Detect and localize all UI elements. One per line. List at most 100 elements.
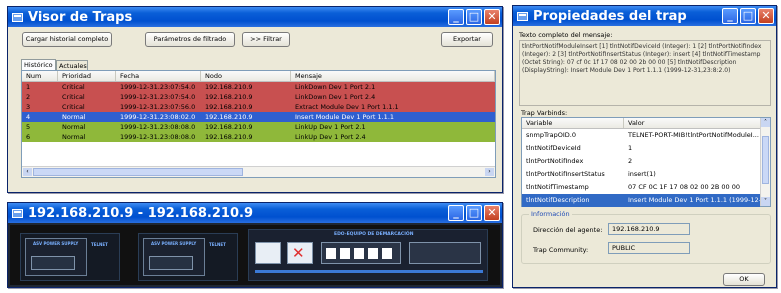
cell-node: 192.168.210.9 [205, 103, 253, 111]
scroll-down-icon[interactable]: ˅ [761, 197, 770, 206]
traps-table-header: Num Prioridad Fecha Nodo Mensaje [22, 71, 495, 82]
power-supply-1[interactable]: ASV POWER SUPPLY TELNET [20, 233, 120, 281]
cell-priority: Normal [62, 133, 86, 141]
cell-message: LinkUp Dev 1 Port 2.4 [295, 133, 366, 141]
cell-variable: tlntNotifDeviceId [526, 144, 581, 152]
cell-date: 1999-12-31.23:08:08.0 [120, 133, 196, 141]
cell-num: 1 [26, 83, 31, 91]
table-row[interactable]: 5 Normal 1999-12-31.23:08:08.0 192.168.210.… [22, 122, 495, 132]
cell-node: 192.168.210.9 [205, 93, 253, 101]
traps-window-title: Visor de Traps [28, 9, 133, 25]
port-module-3[interactable] [321, 242, 401, 264]
cell-variable: tlntPortNotifInsertStatus [526, 170, 605, 178]
close-icon[interactable]: ✕ [758, 8, 774, 24]
scroll-right-icon[interactable]: › [485, 168, 494, 176]
cell-node: 192.168.210.9 [205, 133, 253, 141]
col-date[interactable]: Fecha [116, 71, 201, 81]
traps-titlebar[interactable]: Visor de Traps _ □ ✕ [8, 7, 502, 27]
rj45-port [382, 248, 392, 259]
cell-priority: Critical [62, 93, 85, 101]
close-icon[interactable]: ✕ [484, 205, 500, 221]
cell-message: Insert Module Dev 1 Port 1.1.1 [295, 113, 395, 121]
table-row[interactable]: 3 Critical 1999-12-31.23:07:56.0 192.168.21… [22, 102, 495, 112]
agent-address-field[interactable]: 192.168.210.9 [608, 223, 690, 235]
message-text: tlntPortNotifModuleInsert [1] tlntNotifD… [522, 43, 762, 74]
psu-connector [149, 256, 193, 270]
rj45-port [326, 248, 336, 259]
table-row[interactable]: 6 Normal 1999-12-31.23:08:08.0 192.168.210.… [22, 132, 495, 142]
props-titlebar[interactable]: Propiedades del trap _ □ ✕ [513, 6, 776, 26]
cell-date: 1999-12-31.23:07:54.0 [120, 83, 196, 91]
maximize-icon[interactable]: □ [466, 205, 482, 221]
rj45-port [340, 248, 350, 259]
cell-date: 1999-12-31.23:07:54.0 [120, 93, 196, 101]
cell-variable: snmpTrapOID.0 [526, 131, 577, 139]
scroll-thumb[interactable] [762, 136, 769, 184]
psu-label: ASV POWER SUPPLY [151, 241, 197, 246]
varbind-row[interactable]: tlntNotifDeviceId 1 [522, 142, 760, 155]
scroll-thumb[interactable] [33, 168, 243, 176]
window-app-icon [12, 208, 23, 218]
agent-address-label: Dirección del agente: [533, 226, 603, 234]
varbind-row[interactable]: tlntNotifTimestamp 07 CF 0C 1F 17 08 02 0… [522, 181, 760, 194]
maximize-icon[interactable]: □ [740, 8, 756, 24]
table-row[interactable]: 4 Normal 1999-12-31.23:08:02.0 192.168.210.… [22, 112, 495, 122]
rj45-port [354, 248, 364, 259]
device-titlebar[interactable]: 192.168.210.9 - 192.168.210.9 _ □ ✕ [8, 203, 502, 223]
info-groupbox [521, 214, 771, 264]
filter-params-button[interactable]: Parámetros de filtrado [145, 32, 235, 47]
brand-logo: TELNET [209, 242, 226, 247]
cell-priority: Critical [62, 83, 85, 91]
maximize-icon[interactable]: □ [466, 9, 482, 25]
cell-node: 192.168.210.9 [205, 83, 253, 91]
device-window: 192.168.210.9 - 192.168.210.9 _ □ ✕ ASV … [7, 202, 503, 288]
col-message[interactable]: Mensaje [291, 71, 495, 81]
console-module[interactable] [409, 242, 481, 264]
col-priority[interactable]: Prioridad [58, 71, 116, 81]
trap-community-field[interactable]: PUBLIC [608, 242, 690, 254]
table-row[interactable]: 1 Critical 1999-12-31.23:07:54.0 192.168.21… [22, 82, 495, 92]
filter-button[interactable]: >> Filtrar [242, 32, 290, 47]
varbind-row[interactable]: tlntPortNotifIndex 2 [522, 155, 760, 168]
cell-num: 4 [26, 113, 31, 121]
col-node[interactable]: Nodo [201, 71, 291, 81]
col-variable[interactable]: Variable [522, 118, 624, 128]
export-button[interactable]: Exportar [441, 32, 493, 47]
ok-button[interactable]: OK [723, 273, 765, 286]
minimize-icon[interactable]: _ [448, 9, 464, 25]
horizontal-scrollbar[interactable]: ‹ › [22, 166, 495, 177]
cell-date: 1999-12-31.23:08:02.0 [120, 113, 196, 121]
cell-value: 1 [628, 144, 633, 152]
message-textbox[interactable]: tlntPortNotifModuleInsert [1] tlntNotifD… [519, 40, 771, 106]
close-icon[interactable]: ✕ [484, 9, 500, 25]
vertical-scrollbar[interactable]: ˄ ˅ [760, 118, 770, 206]
varbinds-label: Trap Varbinds: [521, 109, 568, 117]
varbind-row[interactable]: snmpTrapOID.0 TELNET-PORT-MIB!tlntPortNot… [522, 129, 760, 142]
demarcation-panel[interactable]: EDO-EQUIPO DE DEMARCACIÓN ✕ [248, 229, 488, 281]
window-app-icon [12, 12, 23, 22]
status-bar [255, 270, 483, 273]
col-num[interactable]: Num [22, 71, 58, 81]
cell-num: 3 [26, 103, 31, 111]
scroll-left-icon[interactable]: ‹ [23, 168, 32, 176]
window-app-icon [517, 11, 528, 21]
table-row[interactable]: 2 Critical 1999-12-31.23:07:54.0 192.168.21… [22, 92, 495, 102]
device-canvas: ASV POWER SUPPLY TELNET ASV POWER SUPPLY… [10, 225, 500, 285]
info-group-title: Información [529, 210, 572, 218]
traps-window: Visor de Traps _ □ ✕ Cargar historial co… [7, 6, 503, 193]
cell-value: Insert Module Dev 1 Port 1.1.1 (1999-12-… [628, 196, 760, 204]
tab-historico[interactable]: Histórico [21, 59, 56, 70]
varbind-row[interactable]: tlntNotifDescription Insert Module Dev 1 … [522, 194, 760, 207]
cell-value: TELNET-PORT-MIB!tlntPortNotifModuleI... [628, 131, 759, 139]
minimize-icon[interactable]: _ [722, 8, 738, 24]
scroll-up-icon[interactable]: ˄ [761, 118, 770, 127]
load-history-button[interactable]: Cargar historial completo [22, 32, 112, 47]
cell-message: Extract Module Dev 1 Port 1.1.1 [295, 103, 399, 111]
col-value[interactable]: Valor [624, 118, 770, 128]
minimize-icon[interactable]: _ [448, 205, 464, 221]
port-module-1[interactable] [255, 242, 281, 264]
varbind-row[interactable]: tlntPortNotifInsertStatus insert(1) [522, 168, 760, 181]
power-supply-2[interactable]: ASV POWER SUPPLY TELNET [138, 233, 238, 281]
brand-logo: TELNET [91, 242, 108, 247]
port-module-2[interactable]: ✕ [287, 242, 313, 264]
